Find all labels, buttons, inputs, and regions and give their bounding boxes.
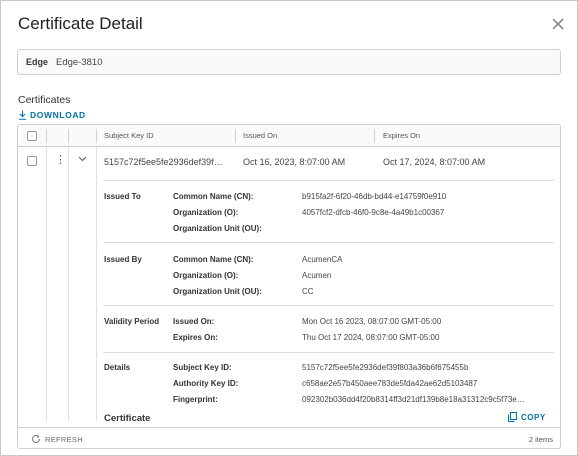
edge-field: Edge Edge-3810	[17, 49, 561, 75]
certificates-datagrid: Subject Key ID Issued On Expires On ⋮ 51…	[17, 124, 561, 449]
issued-by-cn-value: AcumenCA	[302, 255, 343, 264]
detail-divider	[103, 352, 554, 353]
issued-to-o-value: 4057fcf2-dfcb-46f0-9c8e-4a49b1c00367	[302, 208, 445, 217]
refresh-icon	[32, 434, 41, 444]
authority-key-id-key: Authority Key ID:	[173, 379, 239, 388]
detail-divider	[103, 305, 554, 306]
issued-by-cn-key: Common Name (CN):	[173, 255, 254, 264]
issued-by-label: Issued By	[104, 255, 142, 264]
issued-by-o-key: Organization (O):	[173, 271, 239, 280]
datagrid-footer: REFRESH 2 items	[18, 427, 560, 448]
chevron-down-icon[interactable]	[78, 156, 87, 162]
copy-button[interactable]: COPY	[508, 412, 546, 422]
validity-issued-key: Issued On:	[173, 317, 215, 326]
fingerprint-key: Fingerprint:	[173, 395, 218, 404]
copy-icon	[508, 412, 517, 422]
column-separator	[46, 129, 47, 143]
column-separator	[374, 129, 375, 143]
copy-label: COPY	[521, 412, 546, 422]
edge-value: Edge-3810	[56, 57, 103, 68]
column-separator	[68, 129, 69, 143]
select-all-checkbox[interactable]	[27, 131, 37, 141]
validity-expires-value: Thu Oct 17 2024, 08:07:00 GMT-05:00	[302, 333, 440, 342]
item-count: 2 items	[528, 435, 553, 444]
row-checkbox[interactable]	[27, 156, 37, 166]
row-detail-panel: Issued To Common Name (CN): b915fa2f-6f2…	[96, 147, 560, 424]
refresh-label: REFRESH	[45, 434, 83, 444]
subject-key-id-value: 5157c72f5ee5fe2936def39f803a36b6f675455b	[302, 363, 469, 372]
validity-period-label: Validity Period	[104, 317, 160, 326]
edge-label: Edge	[26, 57, 49, 67]
download-button[interactable]: DOWNLOAD	[18, 110, 86, 120]
certificate-detail-dialog: Certificate Detail Edge Edge-3810 Certif…	[0, 0, 578, 456]
detail-divider	[103, 242, 554, 243]
detail-divider	[103, 180, 554, 181]
issued-by-ou-key: Organization Unit (OU):	[173, 287, 262, 296]
issued-to-o-key: Organization (O):	[173, 208, 239, 217]
issued-by-ou-value: CC	[302, 287, 314, 296]
issued-by-o-value: Acumen	[302, 271, 332, 280]
certificate-label: Certificate	[104, 413, 151, 424]
issued-to-cn-value: b915fa2f-6f20-46db-bd44-e14759f0e910	[302, 192, 447, 201]
column-separator	[68, 147, 69, 421]
dialog-title: Certificate Detail	[18, 14, 143, 33]
validity-expires-key: Expires On:	[173, 333, 218, 342]
refresh-button[interactable]: REFRESH	[31, 434, 83, 444]
datagrid-header: Subject Key ID Issued On Expires On	[18, 125, 560, 147]
column-separator	[235, 129, 236, 143]
certificates-section-title: Certificates	[18, 94, 71, 106]
row-actions-icon[interactable]: ⋮	[55, 155, 66, 166]
column-separator	[46, 147, 47, 421]
column-header-expires-on[interactable]: Expires On	[383, 131, 420, 140]
close-icon[interactable]	[550, 16, 566, 32]
issued-to-label: Issued To	[104, 192, 141, 201]
validity-issued-value: Mon Oct 16 2023, 08:07:00 GMT-05:00	[302, 317, 442, 326]
subject-key-id-key: Subject Key ID:	[173, 363, 232, 372]
issued-to-ou-key: Organization Unit (OU):	[173, 224, 262, 233]
download-label: DOWNLOAD	[30, 110, 86, 120]
issued-to-cn-key: Common Name (CN):	[173, 192, 254, 201]
column-separator	[96, 129, 97, 143]
column-header-subject-key-id[interactable]: Subject Key ID	[104, 131, 154, 140]
download-icon	[18, 110, 27, 120]
column-header-issued-on[interactable]: Issued On	[243, 131, 277, 140]
details-label: Details	[104, 363, 131, 372]
fingerprint-value: 092302b036dd4f20b8314ff3d21df139b8e18a31…	[302, 395, 525, 404]
authority-key-id-value: c658ae2e57b450aee783de5fda42ae62d5103487	[302, 379, 478, 388]
